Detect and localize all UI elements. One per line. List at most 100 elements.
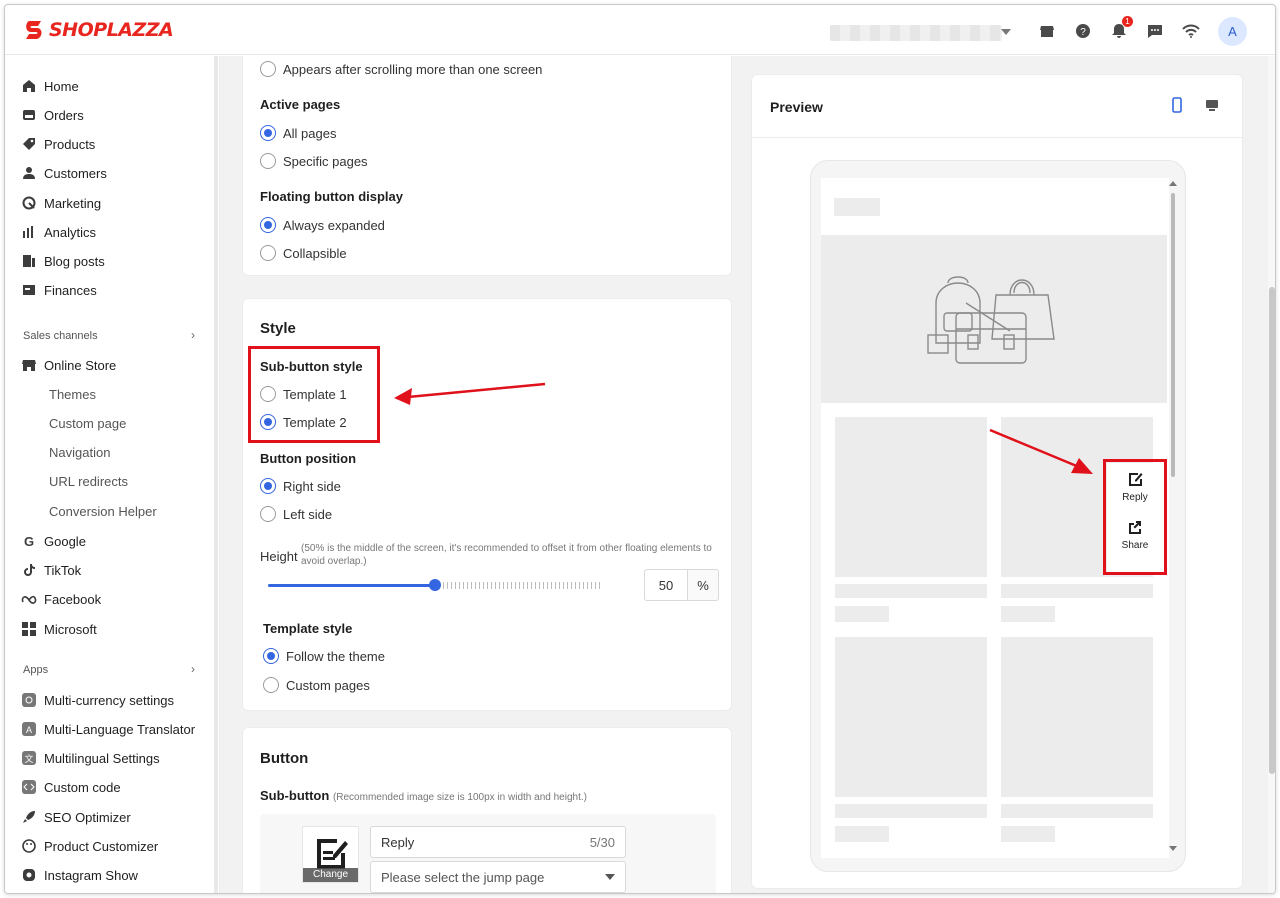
desktop-view-icon[interactable] bbox=[1204, 97, 1220, 118]
sidebar-app-multilingual-settings[interactable]: 文 Multilingual Settings bbox=[21, 746, 160, 770]
sidebar-item-customers[interactable]: Customers bbox=[21, 161, 107, 185]
preview-title: Preview bbox=[770, 99, 823, 115]
finances-icon bbox=[21, 282, 37, 298]
sidebar-item-products[interactable]: Products bbox=[21, 132, 95, 156]
sidebar-item-orders[interactable]: Orders bbox=[21, 103, 84, 127]
brand-name: SHOPLAZZA bbox=[49, 19, 174, 41]
svg-text:?: ? bbox=[1080, 27, 1086, 38]
analytics-icon bbox=[21, 224, 37, 240]
chevron-right-icon[interactable]: › bbox=[191, 662, 195, 676]
sidebar-item-label: SEO Optimizer bbox=[44, 809, 131, 825]
radio-custom-pages[interactable]: Custom pages bbox=[263, 677, 370, 693]
height-slider-fill[interactable] bbox=[268, 584, 435, 587]
sidebar-subitem-conversion-helper[interactable]: Conversion Helper bbox=[49, 504, 157, 519]
sub-button-name-input[interactable]: Reply 5/30 bbox=[370, 826, 626, 858]
radio-all-pages[interactable]: All pages bbox=[260, 125, 336, 141]
height-label: Height bbox=[260, 549, 298, 564]
radio-label: Right side bbox=[283, 478, 341, 494]
sidebar-app-custom-code[interactable]: Custom code bbox=[21, 775, 121, 799]
radio-label: Specific pages bbox=[283, 153, 368, 169]
active-pages-label: Active pages bbox=[260, 97, 341, 112]
placeholder-product-title bbox=[1001, 804, 1153, 818]
microsoft-icon bbox=[21, 621, 37, 637]
orders-icon bbox=[21, 107, 37, 123]
annotation-arrow-left bbox=[394, 382, 546, 405]
placeholder-price bbox=[835, 826, 889, 842]
home-icon bbox=[21, 78, 37, 94]
radio-collapsible[interactable]: Collapsible bbox=[260, 245, 347, 261]
char-count: 5/30 bbox=[589, 834, 615, 850]
sidebar-item-analytics[interactable]: Analytics bbox=[21, 220, 96, 244]
sidebar-item-microsoft[interactable]: Microsoft bbox=[21, 617, 97, 641]
radio-specific-pages[interactable]: Specific pages bbox=[260, 153, 368, 169]
sidebar-subitem-custom-page[interactable]: Custom page bbox=[49, 416, 126, 431]
brand-logo[interactable]: SHOPLAZZA bbox=[23, 19, 174, 41]
radio-right-side[interactable]: Right side bbox=[260, 478, 341, 494]
sidebar-item-label: Instagram Show bbox=[44, 867, 138, 883]
sub-button-image[interactable]: Change bbox=[302, 826, 359, 883]
radio-scroll-option[interactable]: Appears after scrolling more than one sc… bbox=[260, 61, 542, 77]
notification-badge: 1 bbox=[1122, 16, 1133, 27]
sidebar-subitem-themes[interactable]: Themes bbox=[49, 387, 96, 402]
sidebar-item-google[interactable]: G Google bbox=[21, 529, 86, 553]
radio-label: Left side bbox=[283, 506, 333, 522]
sidebar-item-facebook[interactable]: Facebook bbox=[21, 587, 101, 611]
height-slider-track[interactable] bbox=[434, 582, 601, 589]
height-input[interactable]: 50 bbox=[644, 569, 688, 601]
svg-text:文: 文 bbox=[24, 753, 33, 764]
sidebar-app-multi-language-translator[interactable]: A Multi-Language Translator bbox=[21, 717, 195, 741]
template-style-label: Template style bbox=[263, 621, 353, 636]
button-title: Button bbox=[260, 750, 309, 767]
sidebar-app-instagram-show[interactable]: Instagram Show bbox=[21, 863, 138, 887]
store-icon bbox=[21, 357, 37, 373]
sidebar-item-home[interactable]: Home bbox=[21, 74, 79, 98]
sub-button-label-text: Sub-button bbox=[260, 788, 330, 803]
google-icon: G bbox=[21, 533, 37, 549]
avatar[interactable]: A bbox=[1218, 17, 1247, 46]
sidebar-item-online-store[interactable]: Online Store bbox=[21, 353, 116, 377]
highlight-box-floating-buttons bbox=[1103, 459, 1167, 575]
preview-area: Preview Reply Share bbox=[751, 56, 1275, 893]
radio-always-expanded[interactable]: Always expanded bbox=[260, 217, 385, 233]
products-icon bbox=[21, 136, 37, 152]
store-selector[interactable] bbox=[830, 25, 1002, 41]
radio-label: Appears after scrolling more than one sc… bbox=[283, 61, 543, 77]
sidebar-app-product-customizer[interactable]: Product Customizer bbox=[21, 834, 158, 858]
radio-follow-theme[interactable]: Follow the theme bbox=[263, 648, 385, 664]
chevron-right-icon[interactable]: › bbox=[191, 328, 195, 342]
placeholder-price bbox=[1001, 606, 1055, 622]
language-icon: 文 bbox=[21, 750, 37, 766]
code-icon bbox=[21, 779, 37, 795]
chat-icon[interactable] bbox=[1145, 21, 1165, 41]
sidebar-scrollbar[interactable] bbox=[214, 56, 218, 893]
store-icon[interactable] bbox=[1037, 21, 1057, 41]
app-icon bbox=[21, 692, 37, 708]
radio-label: Custom pages bbox=[286, 677, 370, 693]
jump-page-select[interactable]: Please select the jump page bbox=[370, 861, 626, 893]
sidebar-app-multi-currency[interactable]: Multi-currency settings bbox=[21, 688, 174, 712]
floating-display-label: Floating button display bbox=[260, 189, 403, 204]
page-scrollbar-thumb[interactable] bbox=[1269, 287, 1275, 774]
sidebar-item-tiktok[interactable]: TikTok bbox=[21, 558, 81, 582]
height-slider-handle[interactable] bbox=[428, 579, 441, 591]
sidebar-subitem-url-redirects[interactable]: URL redirects bbox=[49, 474, 128, 489]
sidebar-item-blog-posts[interactable]: Blog posts bbox=[21, 249, 105, 273]
sidebar-subitem-navigation[interactable]: Navigation bbox=[49, 445, 110, 460]
help-icon[interactable]: ? bbox=[1073, 21, 1093, 41]
sidebar: Home Orders Products Customers Marketing… bbox=[5, 56, 220, 893]
tiktok-icon bbox=[21, 562, 37, 578]
radio-left-side[interactable]: Left side bbox=[260, 506, 332, 522]
sidebar-item-finances[interactable]: Finances bbox=[21, 278, 97, 302]
display-settings-card: Appears after scrolling more than one sc… bbox=[242, 56, 732, 276]
annotation-arrow-right bbox=[989, 428, 1093, 474]
height-hint: (50% is the middle of the screen, it's r… bbox=[301, 543, 712, 567]
sidebar-item-marketing[interactable]: Marketing bbox=[21, 191, 101, 215]
phone-scrollbar[interactable] bbox=[1169, 181, 1177, 851]
preview-card: Preview Reply Share bbox=[751, 74, 1243, 889]
mobile-view-icon[interactable] bbox=[1170, 97, 1184, 118]
change-image-button[interactable]: Change bbox=[303, 868, 358, 882]
chevron-down-icon[interactable] bbox=[1001, 29, 1011, 35]
sidebar-app-seo-optimizer[interactable]: SEO Optimizer bbox=[21, 805, 131, 829]
sidebar-item-label: Home bbox=[44, 78, 79, 94]
wifi-icon[interactable] bbox=[1181, 21, 1201, 41]
